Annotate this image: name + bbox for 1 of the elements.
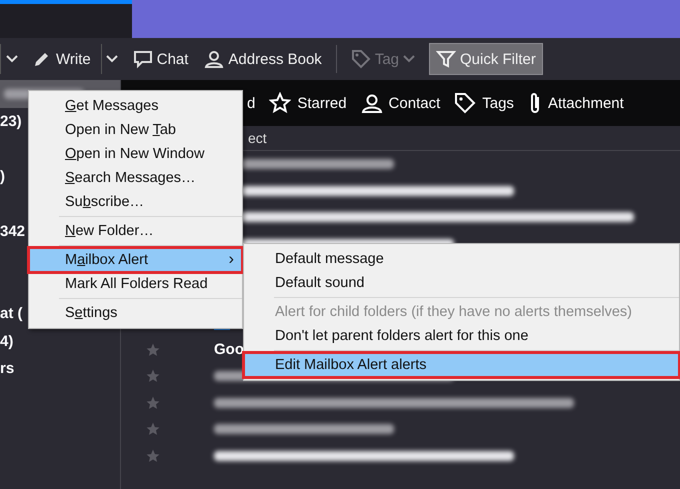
message-subject: Goo [214,341,244,358]
